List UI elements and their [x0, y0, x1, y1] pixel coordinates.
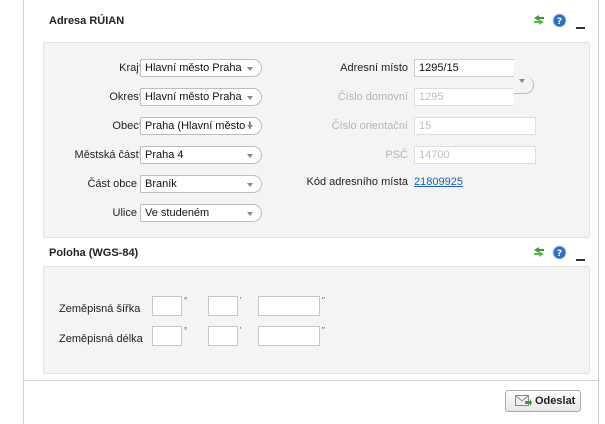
kraj-select[interactable]: Hlavní město Praha [140, 59, 262, 77]
adresni-misto-label: Adresní místo [340, 62, 408, 74]
position-panel-body: Zeměpisná šířka ° ' " Zeměpisná délka ° … [43, 266, 590, 374]
longitude-minutes-input[interactable] [208, 326, 238, 346]
svg-text:?: ? [557, 249, 562, 259]
latitude-label: Zeměpisná šířka [59, 303, 141, 315]
address-panel-title: Adresa RÚIAN [49, 15, 125, 27]
collapse-icon[interactable] [576, 253, 585, 265]
mestska-cast-select[interactable]: Praha 4 [140, 146, 262, 164]
longitude-seconds-input[interactable] [258, 326, 320, 346]
cislo-domovni-label: Číslo domovní [337, 91, 408, 103]
obec-label: Obec* [112, 120, 143, 132]
psc-label: PSČ [385, 149, 408, 161]
second-unit: " [322, 326, 325, 335]
cislo-domovni-input: 1295 [414, 88, 514, 106]
chevron-down-icon [247, 154, 253, 158]
address-panel-body: Kraj* Hlavní město Praha Okres* Hlavní m… [43, 42, 590, 238]
position-panel-header: Poloha (WGS-84) ? [38, 240, 594, 266]
send-button-label: Odeslat [535, 395, 576, 407]
okres-select[interactable]: Hlavní město Praha [140, 88, 262, 106]
okres-label: Okres* [109, 91, 143, 103]
svg-text:?: ? [557, 17, 562, 27]
obec-select[interactable]: Praha (Hlavní město I [140, 117, 262, 135]
psc-input: 14700 [414, 146, 536, 164]
chevron-down-icon [247, 212, 253, 216]
kod-adresniho-mista-label: Kód adresního místa [306, 176, 408, 188]
chevron-down-icon [247, 96, 253, 100]
mestska-cast-label: Městská část* [74, 149, 143, 161]
refresh-icon[interactable] [532, 245, 546, 262]
longitude-label: Zeměpisná délka [59, 333, 143, 345]
send-mail-icon [515, 394, 532, 411]
cislo-orientacni-label: Číslo orientační [331, 120, 408, 132]
latitude-seconds-input[interactable] [258, 296, 320, 316]
collapse-icon[interactable] [576, 21, 585, 33]
longitude-degrees-input[interactable] [152, 326, 182, 346]
form-frame: Adresa RÚIAN ? Kraj* Hlavní město Praha … [23, 0, 599, 424]
minute-unit: ' [240, 326, 242, 335]
latitude-degrees-input[interactable] [152, 296, 182, 316]
send-button[interactable]: Odeslat [505, 390, 581, 412]
address-panel-header: Adresa RÚIAN ? [38, 8, 594, 34]
degree-unit: ° [184, 326, 188, 335]
chevron-down-icon [519, 79, 525, 83]
help-icon[interactable]: ? [552, 13, 567, 31]
cast-obce-label: Část obce [87, 178, 137, 190]
chevron-down-icon [247, 125, 253, 129]
refresh-icon[interactable] [532, 13, 546, 30]
cast-obce-select[interactable]: Braník [140, 175, 262, 193]
ulice-label: Ulice [112, 207, 137, 219]
kod-adresniho-mista-link[interactable]: 21809925 [414, 176, 463, 188]
second-unit: " [322, 296, 325, 305]
footer-divider [24, 380, 598, 381]
chevron-down-icon [247, 183, 253, 187]
adresni-misto-input[interactable]: 1295/15 [414, 59, 514, 77]
help-icon[interactable]: ? [552, 245, 567, 263]
ulice-select[interactable]: Ve studeném [140, 204, 262, 222]
minute-unit: ' [240, 296, 242, 305]
position-panel-title: Poloha (WGS-84) [49, 247, 139, 259]
degree-unit: ° [184, 296, 188, 305]
cislo-orientacni-input: 15 [414, 117, 536, 135]
latitude-minutes-input[interactable] [208, 296, 238, 316]
chevron-down-icon [247, 67, 253, 71]
